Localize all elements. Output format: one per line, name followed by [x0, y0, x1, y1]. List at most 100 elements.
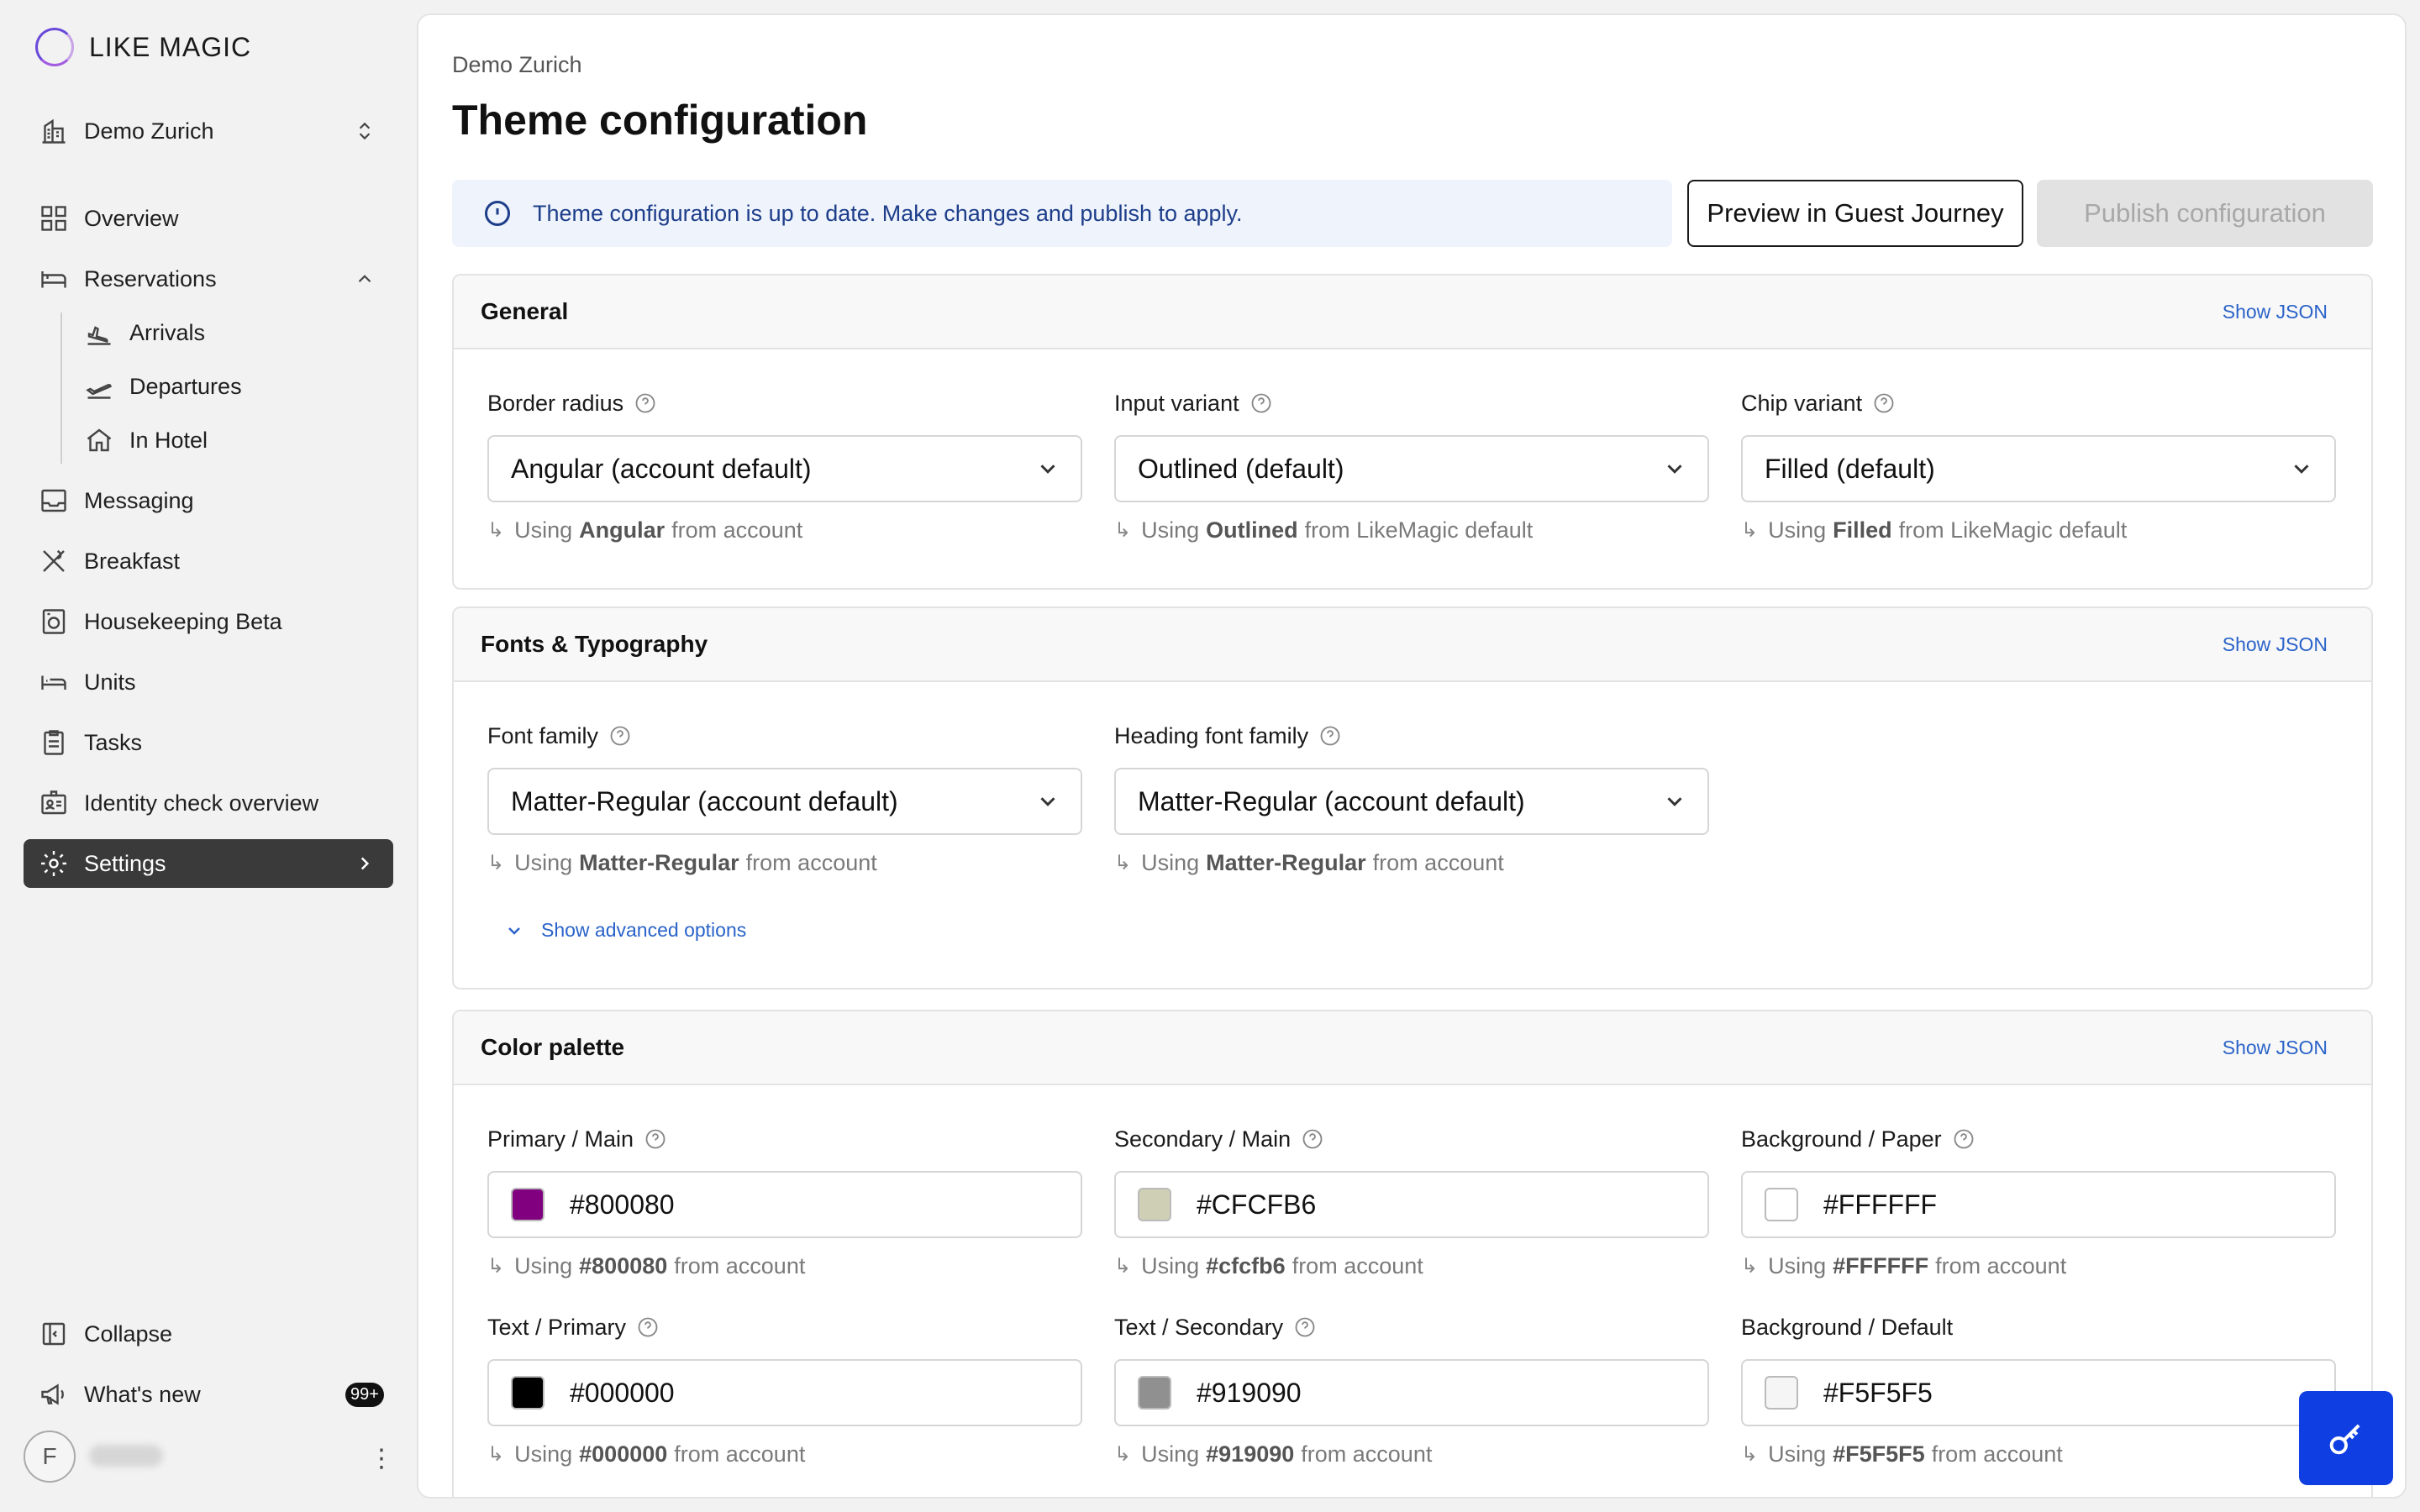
sidebar-item-label: Breakfast [84, 548, 181, 574]
help-icon[interactable] [634, 391, 657, 415]
help-icon[interactable] [1318, 724, 1342, 748]
return-arrow-icon: ↳ [1741, 1443, 1759, 1466]
field-hint: ↳ Using Outlined from LikeMagic default [1114, 517, 1709, 543]
sidebar-item-identity-check[interactable]: Identity check overview [24, 779, 393, 827]
background-default-field: Background / Default #F5F5F5 ↳ Using #F5… [1741, 1312, 2336, 1467]
field-label: Heading font family [1114, 721, 1709, 751]
hint-value: Angular [579, 517, 666, 543]
utensils-icon [24, 546, 84, 576]
more-options-icon[interactable]: ⋮ [369, 1441, 394, 1475]
sidebar-item-messaging[interactable]: Messaging [24, 476, 393, 525]
field-label-text: Primary / Main [487, 1126, 634, 1152]
whats-new-count: 99+ [345, 1382, 384, 1407]
chevron-down-icon [2294, 465, 2309, 474]
main-content: Demo Zurich Theme configuration Theme co… [417, 13, 2407, 1499]
hint-prefix: Using [514, 1441, 573, 1467]
field-hint: ↳ Using #800080 from account [487, 1253, 1082, 1279]
field-hint: ↳ Using #919090 from account [1114, 1441, 1709, 1467]
color-swatch[interactable] [1138, 1188, 1171, 1221]
field-label: Font family [487, 721, 1082, 751]
sidebar-item-tasks[interactable]: Tasks [24, 718, 393, 767]
text-secondary-input[interactable]: #919090 [1114, 1359, 1709, 1426]
sidebar-item-units[interactable]: Units [24, 658, 393, 706]
secondary-main-input[interactable]: #CFCFB6 [1114, 1171, 1709, 1238]
help-icon[interactable] [1952, 1127, 1975, 1151]
hint-suffix: from account [1935, 1253, 2067, 1278]
show-json-link[interactable]: Show JSON [2223, 633, 2328, 656]
color-swatch[interactable] [1765, 1188, 1798, 1221]
text-primary-input[interactable]: #000000 [487, 1359, 1082, 1426]
help-icon[interactable] [1872, 391, 1896, 415]
show-json-link[interactable]: Show JSON [2223, 1037, 2328, 1059]
color-swatch[interactable] [511, 1376, 544, 1410]
field-hint: ↳ Using Filled from LikeMagic default [1741, 517, 2336, 543]
building-icon [24, 116, 84, 146]
collapse-button[interactable]: Collapse [24, 1310, 393, 1358]
chip-variant-select[interactable]: Filled (default) [1741, 435, 2336, 502]
sidebar-item-label: Arrivals [129, 319, 206, 345]
show-advanced-options-link[interactable]: Show advanced options [504, 919, 746, 942]
help-icon[interactable] [636, 1315, 660, 1339]
show-json-link[interactable]: Show JSON [2223, 301, 2328, 323]
breadcrumb[interactable]: Demo Zurich [452, 52, 582, 78]
font-family-select[interactable]: Matter-Regular (account default) [487, 768, 1082, 835]
color-swatch[interactable] [1765, 1376, 1798, 1410]
field-hint: ↳ Using #cfcfb6 from account [1114, 1253, 1709, 1279]
sidebar-item-label: Identity check overview [84, 790, 319, 816]
brand-logo[interactable]: LIKE MAGIC [35, 27, 251, 67]
return-arrow-icon: ↳ [487, 1255, 505, 1278]
help-icon[interactable] [1301, 1127, 1324, 1151]
help-icon[interactable] [1293, 1315, 1317, 1339]
sidebar-item-in-hotel[interactable]: In Hotel [69, 416, 393, 465]
color-swatch[interactable] [511, 1188, 544, 1221]
background-default-input[interactable]: #F5F5F5 [1741, 1359, 2336, 1426]
sidebar-item-label: Overview [84, 205, 179, 231]
publish-configuration-button[interactable]: Publish configuration [2037, 180, 2373, 247]
chevron-down-icon [508, 927, 520, 935]
sidebar-item-label: Settings [84, 850, 166, 876]
chevron-updown-icon [345, 120, 385, 142]
return-arrow-icon: ↳ [1741, 1255, 1759, 1278]
field-hint: ↳ Using Angular from account [487, 517, 1082, 543]
hint-prefix: Using [1141, 850, 1200, 875]
field-hint: ↳ Using #000000 from account [487, 1441, 1082, 1467]
avatar[interactable]: F [24, 1431, 76, 1483]
sidebar-item-settings[interactable]: Settings [24, 839, 393, 888]
preview-guest-journey-button[interactable]: Preview in Guest Journey [1687, 180, 2023, 247]
chevron-right-icon [345, 853, 385, 874]
hint-prefix: Using [1768, 1441, 1827, 1467]
help-icon[interactable] [1249, 391, 1273, 415]
heading-font-family-select[interactable]: Matter-Regular (account default) [1114, 768, 1709, 835]
chevron-down-icon [1040, 797, 1055, 806]
color-value: #CFCFB6 [1197, 1189, 1317, 1220]
help-icon[interactable] [644, 1127, 667, 1151]
chevron-down-icon [1667, 797, 1682, 806]
border-radius-select[interactable]: Angular (account default) [487, 435, 1082, 502]
chevron-up-icon[interactable] [345, 268, 385, 290]
input-variant-select[interactable]: Outlined (default) [1114, 435, 1709, 502]
property-switcher[interactable]: Demo Zurich [24, 107, 393, 155]
notification-badge: 99+ [345, 1382, 385, 1407]
text-primary-field: Text / Primary #000000 ↳ Using #000000 f… [487, 1312, 1082, 1467]
hint-value: #919090 [1206, 1441, 1295, 1467]
property-name: Demo Zurich [84, 118, 214, 144]
field-label-text: Font family [487, 722, 599, 748]
return-arrow-icon: ↳ [1114, 1255, 1132, 1278]
sidebar-item-overview[interactable]: Overview [24, 194, 393, 243]
color-swatch[interactable] [1138, 1376, 1171, 1410]
whats-new-button[interactable]: What's new 99+ [24, 1370, 393, 1419]
background-paper-input[interactable]: #FFFFFF [1741, 1171, 2336, 1238]
sidebar-item-breakfast[interactable]: Breakfast [24, 537, 393, 585]
sidebar-item-arrivals[interactable]: Arrivals [69, 308, 393, 357]
help-icon[interactable] [608, 724, 632, 748]
brand-name: LIKE MAGIC [89, 31, 252, 62]
key-action-button[interactable] [2299, 1391, 2393, 1485]
sidebar-item-housekeeping[interactable]: Housekeeping Beta [24, 597, 393, 646]
hint-prefix: Using [514, 1253, 573, 1278]
select-value: Filled (default) [1765, 453, 1935, 484]
sidebar-item-departures[interactable]: Departures [69, 362, 393, 411]
field-label: Primary / Main [487, 1124, 1082, 1154]
primary-main-input[interactable]: #800080 [487, 1171, 1082, 1238]
field-label: Text / Secondary [1114, 1312, 1709, 1342]
sidebar-item-reservations[interactable]: Reservations [24, 255, 393, 303]
